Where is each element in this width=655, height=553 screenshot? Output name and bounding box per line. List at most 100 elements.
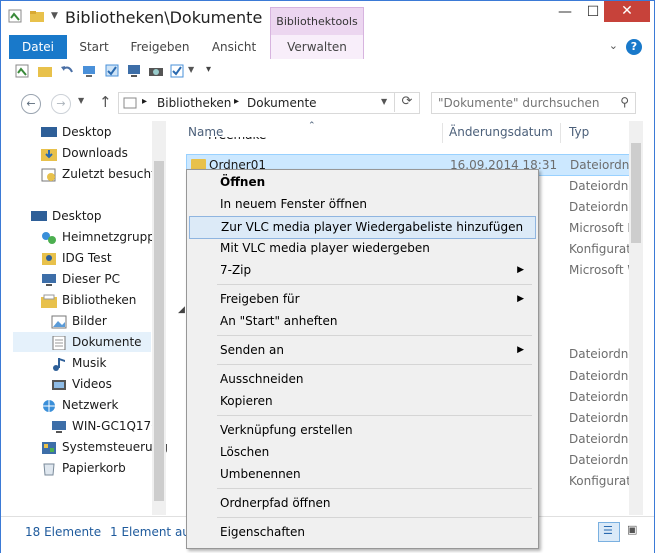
nav-item-dokumente[interactable]: Dokumente xyxy=(13,332,151,352)
menu-item-ordnerpfad-oeffnen[interactable]: Ordnerpfad öffnen xyxy=(189,493,534,514)
map-drive-icon[interactable] xyxy=(81,63,97,79)
downloads-icon xyxy=(41,148,57,161)
command-toolbar: ▼ ▾ xyxy=(1,59,654,86)
explorer-window: ▼ Bibliotheken\Dokumente Bibliothektools… xyxy=(0,0,655,553)
new-folder-icon[interactable] xyxy=(29,8,45,24)
control-panel-icon xyxy=(42,441,56,454)
computer-icon xyxy=(42,273,56,286)
check-icon[interactable] xyxy=(104,63,120,79)
menu-item-7zip[interactable]: 7-Zip ▶ xyxy=(189,260,534,281)
nav-item-win-gc1q170[interactable]: WIN-GC1Q170 xyxy=(51,416,159,436)
computer-icon[interactable] xyxy=(126,63,142,79)
menu-item-an-start-anheften[interactable]: An "Start" anheften xyxy=(189,311,534,332)
menu-item-eigenschaften[interactable]: Eigenschaften xyxy=(189,522,534,543)
menu-item-umbenennen[interactable]: Umbenennen xyxy=(189,464,534,485)
select-icon[interactable] xyxy=(169,63,185,79)
search-icon[interactable]: ⚲ xyxy=(620,95,629,109)
details-view-icon: ☰ xyxy=(603,524,613,537)
search-box[interactable]: ⚲ xyxy=(431,92,636,114)
navigation-pane: Desktop Downloads Zuletzt besucht Deskto… xyxy=(1,121,167,516)
table-row[interactable]: Freemake xyxy=(186,137,632,145)
nav-item-dieser-pc[interactable]: Dieser PC xyxy=(41,269,120,289)
minimize-button[interactable]: — xyxy=(552,1,578,23)
menu-item-senden-an[interactable]: Senden an ▶ xyxy=(189,340,534,361)
tab-freigeben[interactable]: Freigeben xyxy=(127,35,193,59)
libraries-icon xyxy=(41,294,57,308)
nav-item-downloads[interactable]: Downloads xyxy=(41,143,128,163)
nav-item-netzwerk[interactable]: Netzwerk xyxy=(41,395,118,415)
dropdown-icon[interactable]: ▼ xyxy=(188,65,194,74)
camera-icon[interactable] xyxy=(148,63,164,79)
nav-item-desktop-root[interactable]: Desktop xyxy=(31,206,102,226)
nav-item-desktop[interactable]: Desktop xyxy=(41,122,112,142)
submenu-arrow-icon: ▶ xyxy=(517,345,524,355)
details-view-button[interactable]: ☰ xyxy=(598,522,620,542)
submenu-arrow-icon: ▶ xyxy=(517,294,524,304)
nav-item-heimnetzgruppe[interactable]: Heimnetzgruppe xyxy=(41,227,162,247)
undo-icon[interactable] xyxy=(59,63,75,79)
desktop-icon xyxy=(31,210,47,221)
menu-separator xyxy=(217,364,532,365)
qat-dropdown-icon[interactable]: ▼ xyxy=(51,11,58,21)
submenu-arrow-icon: ▶ xyxy=(517,265,524,275)
tab-start[interactable]: Start xyxy=(73,35,115,59)
nav-item-idg-test[interactable]: IDG Test xyxy=(41,248,112,268)
menu-item-vlc-play[interactable]: Mit VLC media player wiedergeben xyxy=(189,238,534,259)
properties-icon[interactable] xyxy=(14,63,30,79)
nav-item-bilder[interactable]: Bilder xyxy=(51,311,107,331)
content-scrollbar[interactable] xyxy=(629,121,643,515)
recent-locations-icon[interactable]: ▼ xyxy=(78,96,84,105)
menu-item-neues-fenster[interactable]: In neuem Fenster öffnen xyxy=(189,194,534,215)
customize-toolbar-icon[interactable]: ▾ xyxy=(206,64,211,75)
tab-ansicht[interactable]: Ansicht xyxy=(207,35,261,59)
back-button[interactable]: ← xyxy=(21,94,41,114)
close-button[interactable]: ✕ xyxy=(604,1,650,22)
nav-item-systemsteuerung[interactable]: Systemsteuerung xyxy=(41,437,167,457)
new-folder-icon[interactable] xyxy=(37,63,53,79)
menu-separator xyxy=(217,488,532,489)
forward-button[interactable]: → xyxy=(51,94,71,114)
menu-item-freigeben-fuer[interactable]: Freigeben für ▶ xyxy=(189,289,534,310)
file-type: Microsoft E xyxy=(569,221,636,235)
group-collapse-icon[interactable]: ◢ xyxy=(178,305,185,315)
menu-item-kopieren[interactable]: Kopieren xyxy=(189,391,534,412)
nav-item-musik[interactable]: Musik xyxy=(51,353,107,373)
breadcrumb-dokumente[interactable]: Dokumente xyxy=(247,96,317,110)
menu-item-verknuepfung[interactable]: Verknüpfung erstellen xyxy=(189,420,534,441)
refresh-button[interactable]: ⟳ xyxy=(394,92,419,112)
content-scrollbar-thumb[interactable] xyxy=(631,143,641,243)
tiles-view-button[interactable]: ▣ xyxy=(623,522,643,540)
maximize-button[interactable]: ☐ xyxy=(580,1,606,23)
menu-item-loeschen[interactable]: Löschen xyxy=(189,442,534,463)
breadcrumb-separator-icon: ▸ xyxy=(234,96,240,107)
tab-datei[interactable]: Datei xyxy=(9,35,67,59)
menu-item-vlc-playlist[interactable]: Zur VLC media player Wiedergabeliste hin… xyxy=(189,216,536,239)
recycle-bin-icon xyxy=(43,463,55,475)
menu-item-oeffnen[interactable]: Öffnen xyxy=(189,172,534,193)
nav-scrollbar[interactable] xyxy=(152,121,166,515)
sort-ascending-icon: ⌃ xyxy=(308,121,316,131)
help-icon[interactable]: ? xyxy=(626,39,642,55)
tab-verwalten[interactable]: Verwalten xyxy=(270,35,364,59)
nav-item-videos[interactable]: Videos xyxy=(51,374,112,394)
ribbon-tabs: Datei Start Freigeben Ansicht Verwalten … xyxy=(1,35,654,60)
network-icon xyxy=(43,399,55,412)
properties-icon[interactable] xyxy=(7,8,23,24)
videos-icon xyxy=(52,379,66,390)
search-input[interactable] xyxy=(436,95,610,111)
nav-item-bibliotheken[interactable]: Bibliotheken xyxy=(41,290,136,310)
nav-scrollbar-thumb[interactable] xyxy=(154,161,164,501)
desktop-icon xyxy=(41,126,57,137)
up-button[interactable]: ↑ xyxy=(99,93,112,111)
window-title: Bibliotheken\Dokumente xyxy=(65,8,263,27)
address-dropdown-icon[interactable]: ▼ xyxy=(381,97,387,106)
computer-icon xyxy=(52,420,66,433)
breadcrumb-bibliotheken[interactable]: Bibliotheken xyxy=(157,96,231,110)
nav-item-papierkorb[interactable]: Papierkorb xyxy=(41,458,126,478)
menu-item-ausschneiden[interactable]: Ausschneiden xyxy=(189,369,534,390)
address-bar[interactable]: ▸ Bibliotheken ▸ Dokumente ▼ xyxy=(118,92,420,114)
expand-ribbon-icon[interactable]: ⌄ xyxy=(609,39,618,52)
music-icon xyxy=(53,357,65,371)
nav-item-zuletzt-besucht[interactable]: Zuletzt besucht xyxy=(41,164,156,184)
context-menu: Öffnen In neuem Fenster öffnen Zur VLC m… xyxy=(186,169,539,549)
